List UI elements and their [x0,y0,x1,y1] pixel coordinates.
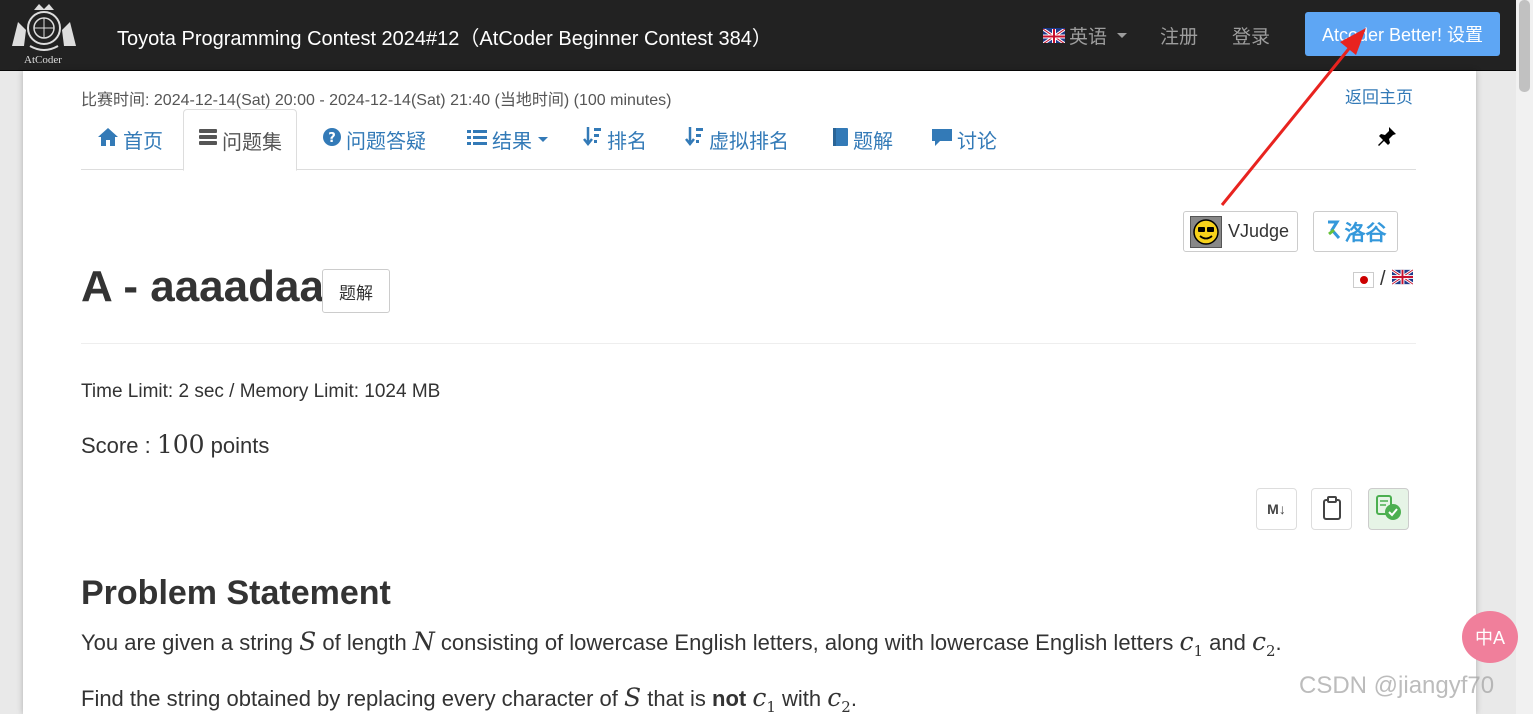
bold-text: not [712,686,747,711]
math-var: c2 [1251,627,1276,660]
translate-check-button[interactable] [1368,488,1409,530]
score: Score : 100 points [81,430,269,459]
contest-time: 比赛时间: 2024-12-14(Sat) 20:00 - 2024-12-14… [81,92,672,109]
tab-label: 排名 [607,131,647,153]
text-span: of length [316,630,413,655]
text-span: with [775,686,828,711]
language-switch: / [1353,268,1414,291]
tab-standings[interactable]: 排名 [583,109,647,170]
math-var: N [412,627,435,656]
language-label: 英语 [1069,27,1108,48]
japan-flag-icon[interactable] [1353,271,1374,288]
math-base: c [1251,627,1266,656]
translate-icon: 中A [1474,628,1505,648]
tab-label: 题解 [853,131,893,153]
svg-text:?: ? [328,131,336,146]
tab-label: 讨论 [957,131,997,153]
math-var: c1 [1179,627,1203,660]
luogu-button[interactable]: 洛谷 [1313,211,1398,252]
markdown-icon: M↓ [1267,501,1286,517]
tab-discuss[interactable]: 讨论 [931,109,997,170]
tab-label: 首页 [123,131,163,153]
text-span: . [850,686,857,711]
math-var: S [299,627,317,656]
math-base: c [827,683,842,712]
tab-label: 问题答疑 [346,131,426,153]
math-base: c [1179,627,1194,656]
top-navbar: AtCoder Toyota Programming Contest 2024#… [0,0,1533,71]
tab-label: 虚拟排名 [709,131,789,153]
math-sub: 2 [1265,642,1276,660]
list-icon [466,128,488,152]
tasks-icon [198,128,218,152]
tab-label: 结果 [492,131,532,153]
language-dropdown[interactable]: 英语 [1043,22,1128,49]
time-memory-limit: Time Limit: 2 sec / Memory Limit: 1024 M… [81,381,441,402]
divider [81,343,1416,344]
score-label: Score : [81,433,157,458]
uk-flag-icon[interactable] [1390,268,1414,291]
statement-paragraph-2: Find the string obtained by replacing ev… [81,683,857,714]
math-sub: 2 [841,698,851,714]
clipboard-icon [1322,495,1342,523]
flag-separator: / [1380,268,1386,290]
comment-icon [931,127,953,153]
tab-results[interactable]: 结果 [466,109,548,170]
uk-flag-icon [1043,28,1065,43]
scrollbar-thumb[interactable] [1519,0,1530,92]
contest-tabs: 首页 问题集 ? 问题答疑 结果 排名 虚拟排名 题解 讨论 [81,109,1416,171]
text-span: You are given a string [81,630,300,655]
luogu-logo-icon [1325,218,1345,246]
vjudge-label: VJudge [1228,221,1290,241]
text-span: Find the string obtained by replacing ev… [81,686,624,711]
chevron-down-icon [1117,33,1128,38]
problem-title: A - aaaadaa [81,262,324,311]
text-span: consisting of lowercase English letters,… [434,630,1180,655]
vjudge-smiley-icon [1190,215,1222,248]
tab-editorial[interactable]: 题解 [831,109,893,170]
logo-text: AtCoder [24,54,62,66]
text-span: and [1203,630,1252,655]
statement-paragraph-1: You are given a string S of length N con… [81,627,1282,660]
contest-title[interactable]: Toyota Programming Contest 2024#12（AtCod… [117,22,772,51]
chevron-down-icon [538,137,548,142]
math-var: S [623,683,642,712]
math-var: c2 [827,683,851,714]
login-link[interactable]: 登录 [1232,22,1270,49]
tab-tasks[interactable]: 问题集 [183,109,297,171]
text-span: that is [641,686,713,711]
score-value: 100 [156,430,205,459]
sort-icon [583,126,603,154]
tab-clarifications[interactable]: ? 问题答疑 [322,109,426,170]
tab-home[interactable]: 首页 [97,109,163,170]
pin-icon[interactable] [1376,125,1398,153]
copy-markdown-button[interactable]: M↓ [1256,488,1297,530]
tab-virtual-standings[interactable]: 虚拟排名 [685,109,789,170]
sort-icon [685,126,705,154]
watermark: CSDN @jiangyf70 [1299,672,1495,699]
question-icon: ? [322,127,342,153]
section-title-problem-statement: Problem Statement [81,574,391,612]
back-home-link[interactable]: 返回主页 [1345,83,1413,108]
register-link[interactable]: 注册 [1160,22,1198,49]
score-unit: points [204,433,270,458]
book-icon [831,127,849,153]
luogu-label: 洛谷 [1344,221,1387,245]
translate-floating-button[interactable]: 中A [1462,611,1518,663]
tab-label: 问题集 [222,131,282,154]
math-base: c [752,683,767,712]
text-span: . [1275,630,1282,655]
math-var: c1 [752,683,776,714]
editorial-button[interactable]: 题解 [322,269,390,313]
translate-check-icon [1374,494,1404,525]
math-sub: 1 [1193,642,1204,660]
home-icon [97,127,119,153]
scrollbar-track[interactable] [1516,0,1533,714]
atcoder-logo[interactable]: AtCoder [4,2,84,66]
vjudge-button[interactable]: VJudge [1183,211,1298,252]
atcoder-better-settings-button[interactable]: Atcoder Better! 设置 [1305,12,1500,56]
math-sub: 1 [766,698,776,714]
copy-clipboard-button[interactable] [1311,488,1352,530]
